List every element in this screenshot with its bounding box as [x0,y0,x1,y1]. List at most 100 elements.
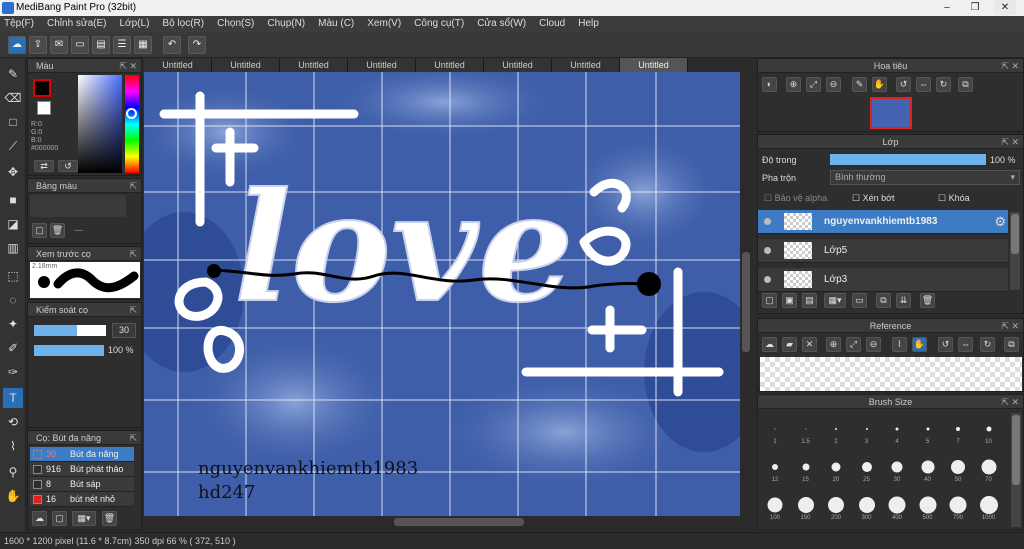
gradient-tool-icon[interactable]: ▥ [3,238,23,258]
document-icon[interactable]: ▤ [92,36,110,54]
dropper-tool-icon[interactable]: ⚲ [3,462,23,482]
menu-snap[interactable]: Chụp(N) [267,16,305,32]
brush-size-option[interactable]: 1.5 [791,415,821,445]
delete-layer-icon[interactable]: 🗑 [920,293,935,308]
brush-menu-icon[interactable]: ▦▾ [72,511,96,526]
menu-view[interactable]: Xem(V) [367,16,401,32]
eye-icon[interactable] [764,218,771,225]
brush-size-option[interactable]: 700 [943,491,973,521]
brush-size-option[interactable]: 50 [943,453,973,483]
operation-tool-icon[interactable]: ⟲ [3,412,23,432]
brush-size-option[interactable]: 20 [821,453,851,483]
eraser-tool-icon[interactable]: ⌫ [3,88,23,108]
tab-untitled-active[interactable]: Untitled [620,58,688,72]
ref-close-icon[interactable]: ✕ [802,337,817,352]
select-eraser-tool-icon[interactable]: ✑ [3,362,23,382]
fill-shape-tool-icon[interactable]: ■ [3,190,23,210]
menu-file[interactable]: Tệp(F) [4,16,34,32]
page-icon[interactable]: ▭ [71,36,89,54]
vertical-scroll-thumb[interactable] [742,252,750,352]
brush-size-option[interactable]: 500 [913,491,943,521]
brush-item[interactable]: 16 bút nét nhỏ [30,492,134,507]
nav-zoom-in-icon[interactable]: ⊕ [786,77,801,92]
panel-expand-icon[interactable]: ⇱ ✕ [1001,319,1019,333]
nav-rotate-left-icon[interactable]: ↺ [896,77,911,92]
menu-color[interactable]: Màu (C) [318,16,354,32]
grid-icon[interactable]: ▦ [134,36,152,54]
blend-mode-select[interactable]: Bình thường ▾ [830,170,1020,185]
brush-size-option[interactable]: 1 [760,415,790,445]
brush-size-option[interactable]: 40 [913,453,943,483]
new-folder-layer-icon[interactable]: ▤ [802,293,817,308]
brush-size-option[interactable]: 200 [821,491,851,521]
menu-edit[interactable]: Chỉnh sửa(E) [47,16,107,32]
brush-size-option[interactable]: 4 [882,415,912,445]
panel-expand-icon[interactable]: ⇱ [129,303,137,317]
hue-slider[interactable] [125,75,139,173]
brush-size-option[interactable]: 70 [974,453,1004,483]
undo-icon[interactable]: ↶ [163,36,181,54]
menu-tools[interactable]: Công cụ(T) [414,16,464,32]
panel-expand-icon[interactable]: ⇱ [129,179,137,193]
foreground-color-swatch[interactable] [33,79,51,97]
brush-size-option[interactable]: 150 [791,491,821,521]
brush-size-option[interactable]: 5 [913,415,943,445]
gear-icon[interactable]: ⚙ [994,214,1006,230]
brush-cloud-icon[interactable]: ☁ [32,511,47,526]
brush-size-slider[interactable] [34,325,106,336]
line-tool-icon[interactable]: ⟋ [3,136,23,156]
brush-size-scrollbar[interactable] [1011,413,1021,527]
magic-wand-tool-icon[interactable]: ✦ [3,314,23,334]
ref-rotate-right-icon[interactable]: ↻ [980,337,995,352]
ref-rotate-left-icon[interactable]: ↺ [938,337,953,352]
layer-scroll-thumb[interactable] [1011,214,1019,254]
brush-size-option[interactable]: 7 [943,415,973,445]
background-color-swatch[interactable] [37,101,51,115]
nav-hand-icon[interactable]: ✋ [872,77,887,92]
layer-up-icon[interactable]: ▭ [852,293,867,308]
tab-untitled[interactable]: Untitled [416,58,484,72]
drawing-canvas[interactable]: love nguyenvankhiemtb1983 hd247 [144,72,740,516]
menu-window[interactable]: Cửa sổ(W) [477,16,526,32]
ref-zoom-out-icon[interactable]: ⊖ [866,337,881,352]
menu-filter[interactable]: Bộ lọc(R) [162,16,204,32]
eye-icon[interactable] [764,247,771,254]
lock-checkbox[interactable]: ☐ Khóa [938,193,970,204]
clipping-checkbox[interactable]: ☐ Xén bớt [852,193,895,204]
menu-help[interactable]: Help [578,16,599,32]
brush-item[interactable]: 916 Bút phát thảo [30,462,134,477]
bucket-tool-icon[interactable]: ◪ [3,214,23,234]
new-brush-icon[interactable]: ▢ [52,511,67,526]
layer-row[interactable]: nguyenvankhiemtb1983 ⚙ [758,210,1008,234]
menu-layer[interactable]: Lớp(L) [120,16,150,32]
brush-size-option[interactable]: 1000 [974,491,1004,521]
brush-item[interactable]: 30 Bút đa năng [30,447,134,462]
layer-menu-icon[interactable]: ▦▾ [824,293,846,308]
add-palette-icon[interactable]: ▢ [32,223,47,238]
ref-cloud-icon[interactable]: ☁ [762,337,777,352]
tab-untitled[interactable]: Untitled [280,58,348,72]
delete-brush-icon[interactable]: 🗑 [102,511,117,526]
comment-icon[interactable]: ✉ [50,36,68,54]
ref-hand-icon[interactable]: ✋ [912,337,927,352]
brush-size-scroll-thumb[interactable] [1012,415,1020,485]
brush-size-option[interactable]: 2 [821,415,851,445]
brush-item[interactable]: 8 Bút sáp [30,477,134,492]
brush-opacity-slider[interactable] [34,345,104,356]
brush-size-option[interactable]: 300 [852,491,882,521]
ref-mirror-icon[interactable]: ⧉ [1004,337,1019,352]
ref-eyedropper-icon[interactable]: ⌇ [892,337,907,352]
cloud-icon[interactable]: ☁ [8,36,26,54]
menu-select[interactable]: Chọn(S) [217,16,254,32]
nav-rotate-icon[interactable]: ◐ [762,77,777,92]
text-tool-icon[interactable]: T [3,388,23,408]
new-layer-icon[interactable]: ▢ [762,293,777,308]
brush-size-option[interactable]: 3 [852,415,882,445]
minimize-icon[interactable]: – [936,0,958,15]
canvas-horizontal-scrollbar[interactable] [144,516,752,528]
reference-image-area[interactable] [760,357,1022,391]
nav-rotate-right-icon[interactable]: ↻ [936,77,951,92]
brush-size-option[interactable]: 400 [882,491,912,521]
panel-expand-icon[interactable]: ⇱ ✕ [1001,135,1019,149]
protect-alpha-checkbox[interactable]: ☐ Bảo vệ alpha [764,193,827,204]
